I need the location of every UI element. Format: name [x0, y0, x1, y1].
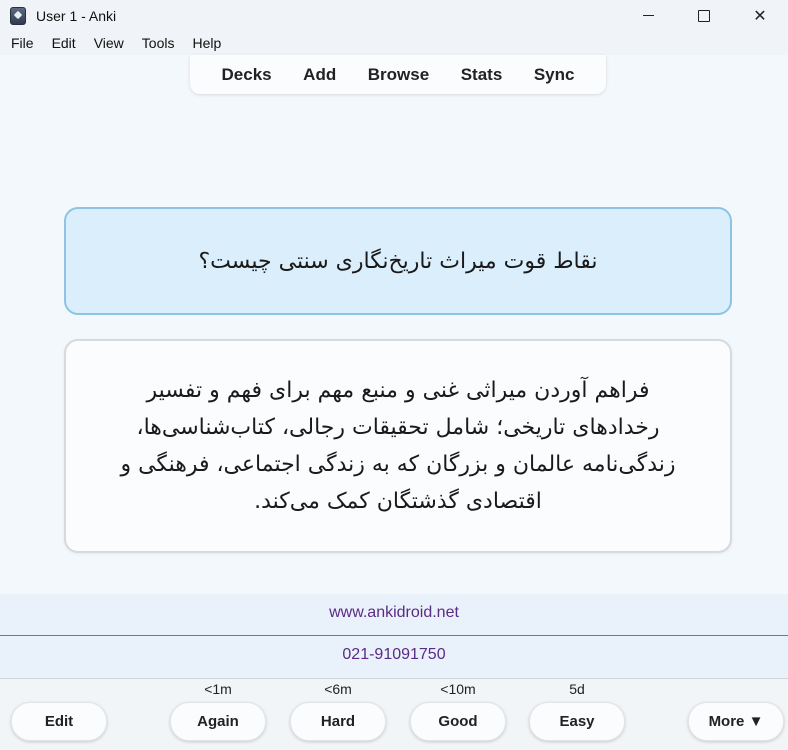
menu-view[interactable]: View [94, 35, 124, 51]
maximize-icon[interactable] [676, 0, 732, 31]
menu-tools[interactable]: Tools [142, 35, 175, 51]
phone-number: 021-91091750 [342, 646, 446, 663]
card-answer: فراهم آوردن میراثی غنی و منبع مهم برای ف… [64, 339, 732, 553]
window-title: User 1 - Anki [36, 7, 117, 24]
menu-help[interactable]: Help [192, 35, 221, 51]
close-icon[interactable]: ✕ [732, 0, 788, 31]
main-toolbar: Decks Add Browse Stats Sync [190, 55, 606, 94]
edit-button[interactable]: Edit [11, 702, 107, 741]
good-button[interactable]: Good [410, 702, 506, 741]
answer-text: فراهم آوردن میراثی غنی و منبع مهم برای ف… [120, 378, 676, 514]
footer-divider [0, 635, 788, 636]
hard-interval: <6m [324, 681, 352, 697]
menu-file[interactable]: File [11, 35, 34, 51]
menu-edit[interactable]: Edit [52, 35, 76, 51]
toolbar-sync[interactable]: Sync [534, 65, 575, 85]
more-button[interactable]: More ▼ [688, 702, 784, 741]
card-question: نقاط قوت میراث تاریخ‌نگاری سنتی چیست؟ [64, 207, 732, 315]
easy-button[interactable]: Easy [529, 702, 625, 741]
menu-bar: File Edit View Tools Help [0, 31, 788, 55]
title-bar: User 1 - Anki ✕ [0, 0, 788, 31]
toolbar-stats[interactable]: Stats [461, 65, 503, 85]
easy-interval: 5d [569, 681, 585, 697]
again-button[interactable]: Again [170, 702, 266, 741]
again-interval: <1m [204, 681, 232, 697]
toolbar-add[interactable]: Add [303, 65, 336, 85]
toolbar-decks[interactable]: Decks [222, 65, 272, 85]
hard-button[interactable]: Hard [290, 702, 386, 741]
answer-bar [0, 678, 788, 750]
window-controls: ✕ [620, 0, 788, 31]
good-interval: <10m [440, 681, 476, 697]
website-link[interactable]: www.ankidroid.net [0, 604, 788, 622]
minimize-icon[interactable] [620, 0, 676, 31]
anki-icon [10, 6, 26, 25]
toolbar-browse[interactable]: Browse [368, 65, 429, 85]
question-text: نقاط قوت میراث تاریخ‌نگاری سنتی چیست؟ [198, 248, 598, 274]
